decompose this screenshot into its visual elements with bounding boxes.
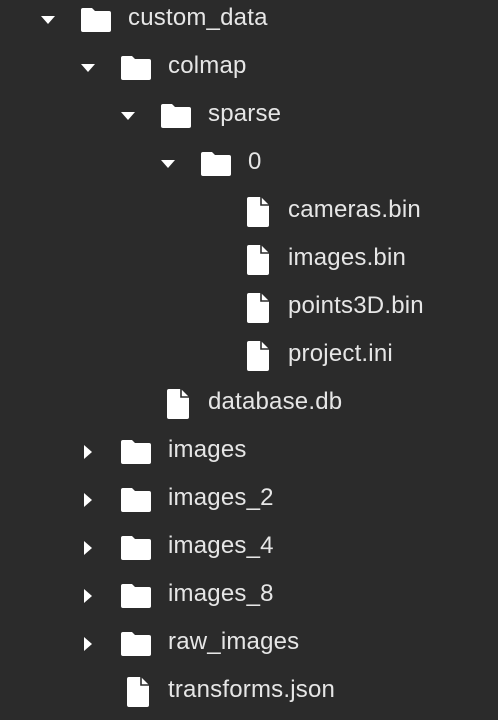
tree-item-sparse[interactable]: sparse	[0, 92, 498, 140]
caret-right-icon[interactable]	[76, 536, 100, 560]
tree-item-transforms-json[interactable]: transforms.json	[0, 668, 498, 716]
tree-item-label: points3D.bin	[288, 292, 424, 319]
file-icon	[122, 677, 154, 707]
caret-down-icon[interactable]	[116, 104, 140, 128]
tree-item-label: images_8	[168, 580, 274, 607]
caret-down-icon[interactable]	[36, 8, 60, 32]
tree-item-label: transforms.json	[168, 676, 336, 703]
tree-item-cameras-bin[interactable]: cameras.bin	[0, 188, 498, 236]
folder-icon	[160, 101, 192, 131]
tree-item-label: raw_images	[168, 628, 300, 655]
caret-right-icon[interactable]	[76, 488, 100, 512]
tree-item-label: project.ini	[288, 340, 393, 367]
file-icon	[162, 389, 194, 419]
file-icon	[242, 245, 274, 275]
tree-item-project-ini[interactable]: project.ini	[0, 332, 498, 380]
tree-item-images-4[interactable]: images_4	[0, 524, 498, 572]
caret-down-icon[interactable]	[76, 56, 100, 80]
tree-item-label: custom_data	[128, 4, 268, 31]
tree-item-label: images.bin	[288, 244, 407, 271]
tree-item-label: images_4	[168, 532, 274, 559]
file-icon	[242, 293, 274, 323]
tree-item-images-2[interactable]: images_2	[0, 476, 498, 524]
tree-item-label: images	[168, 436, 247, 463]
tree-item-raw-images[interactable]: raw_images	[0, 620, 498, 668]
folder-icon	[120, 53, 152, 83]
folder-icon	[200, 149, 232, 179]
tree-item-images-8[interactable]: images_8	[0, 572, 498, 620]
tree-item-label: images_2	[168, 484, 274, 511]
tree-item-colmap[interactable]: colmap	[0, 44, 498, 92]
folder-icon	[120, 629, 152, 659]
folder-icon	[120, 437, 152, 467]
caret-down-icon[interactable]	[156, 152, 180, 176]
folder-icon	[120, 581, 152, 611]
folder-icon	[80, 5, 112, 35]
file-tree: custom_data colmap sparse 0 cameras.bin …	[0, 0, 498, 720]
caret-right-icon[interactable]	[76, 584, 100, 608]
tree-item-database-db[interactable]: database.db	[0, 380, 498, 428]
tree-item-label: 0	[248, 148, 262, 175]
tree-item-images[interactable]: images	[0, 428, 498, 476]
tree-item-points3d-bin[interactable]: points3D.bin	[0, 284, 498, 332]
caret-right-icon[interactable]	[76, 632, 100, 656]
folder-icon	[120, 485, 152, 515]
tree-item-0[interactable]: 0	[0, 140, 498, 188]
caret-right-icon[interactable]	[76, 440, 100, 464]
tree-item-label: cameras.bin	[288, 196, 421, 223]
file-icon	[242, 341, 274, 371]
tree-item-custom-data[interactable]: custom_data	[0, 0, 498, 44]
tree-item-label: colmap	[168, 52, 247, 79]
tree-item-images-bin[interactable]: images.bin	[0, 236, 498, 284]
folder-icon	[120, 533, 152, 563]
tree-item-label: sparse	[208, 100, 282, 127]
tree-item-label: database.db	[208, 388, 343, 415]
file-icon	[242, 197, 274, 227]
